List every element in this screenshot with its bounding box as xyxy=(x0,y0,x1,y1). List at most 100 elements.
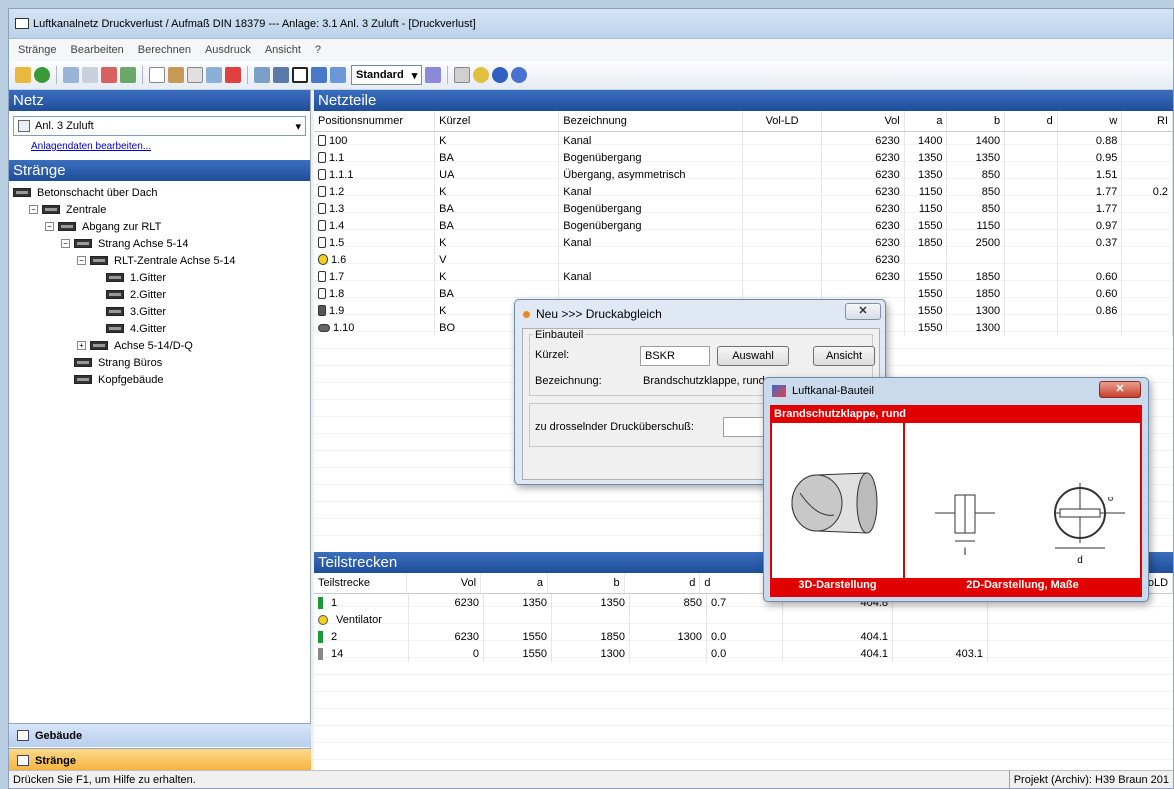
tree-node[interactable]: + Achse 5-14/D-Q xyxy=(13,337,306,354)
page-icon[interactable] xyxy=(187,67,203,83)
tree-node[interactable]: 2.Gitter xyxy=(13,286,306,303)
delete-icon[interactable] xyxy=(225,67,241,83)
tree-node[interactable]: − Abgang zur RLT xyxy=(13,218,306,235)
table-row[interactable]: 1.2 K Kanal 6230 1150 850 1.77 0.2 xyxy=(314,183,1173,200)
table-row[interactable]: 1.7 K Kanal 6230 1550 1850 0.60 xyxy=(314,268,1173,285)
tree-node[interactable]: − RLT-Zentrale Achse 5-14 xyxy=(13,252,306,269)
table-cell xyxy=(1122,149,1173,166)
insert-icon[interactable] xyxy=(206,67,222,83)
nav-gebaeude[interactable]: Gebäude xyxy=(9,723,311,747)
part-icon xyxy=(318,271,326,282)
kuerzel-input[interactable]: BSKR xyxy=(640,346,710,366)
column-header[interactable]: Vol xyxy=(407,573,482,593)
tree-node[interactable]: Betonschacht über Dach xyxy=(13,184,306,201)
expand-toggle[interactable]: − xyxy=(29,205,38,214)
duct-icon xyxy=(90,341,108,350)
column-header[interactable]: Positionsnummer xyxy=(314,111,436,131)
binoculars-icon[interactable] xyxy=(273,67,289,83)
column-header[interactable]: w xyxy=(1058,111,1123,131)
close-icon[interactable]: ✕ xyxy=(845,303,881,320)
column-header[interactable]: Vol xyxy=(822,111,905,131)
paste-icon[interactable] xyxy=(168,67,184,83)
tree-node-label: Kopfgebäude xyxy=(98,373,164,386)
table-row[interactable]: 1.1 BA Bogenübergang 6230 1350 1350 0.95 xyxy=(314,149,1173,166)
ansicht-button[interactable]: Ansicht xyxy=(813,346,875,366)
column-header[interactable]: Bezeichnung xyxy=(559,111,743,131)
position-number: 1.7 xyxy=(329,270,345,283)
table-icon[interactable] xyxy=(254,67,270,83)
edit-icon[interactable] xyxy=(63,67,79,83)
tree-node[interactable]: − Zentrale xyxy=(13,201,306,218)
table-cell: 1350 xyxy=(905,166,948,183)
tree-node[interactable]: 3.Gitter xyxy=(13,303,306,320)
menu-ansicht[interactable]: Ansicht xyxy=(258,44,308,56)
table-cell xyxy=(1058,319,1123,336)
column-header[interactable]: Vol-LD xyxy=(743,111,823,131)
menu-help[interactable]: ? xyxy=(308,44,328,56)
auswahl-button[interactable]: Auswahl xyxy=(717,346,789,366)
filter-icon[interactable] xyxy=(101,67,117,83)
tree-node[interactable]: 1.Gitter xyxy=(13,269,306,286)
table-row[interactable]: 2 6230 1550 1850 1300 0.0 404.1 xyxy=(314,628,1173,645)
menu-berechnen[interactable]: Berechnen xyxy=(131,44,198,56)
table-cell: 0.86 xyxy=(1058,302,1123,319)
table-cell: 1400 xyxy=(947,132,1006,149)
position-number: 100 xyxy=(329,134,348,147)
list-icon[interactable] xyxy=(330,67,346,83)
expand-toggle[interactable]: − xyxy=(77,256,86,265)
help-icon[interactable] xyxy=(511,67,528,83)
bauteil-title: Luftkanal-Bauteil xyxy=(792,385,874,397)
table-cell: 404.1 xyxy=(783,645,893,662)
tree-node-label: Achse 5-14/D-Q xyxy=(114,339,193,352)
table-row[interactable]: 1.1.1 UA Übergang, asymmetrisch 6230 1350 850… xyxy=(314,166,1173,183)
refresh-icon[interactable] xyxy=(120,67,136,83)
table-row[interactable]: 14 0 1550 1300 0.0 404.1 403.1 xyxy=(314,645,1173,662)
segment-icon xyxy=(318,596,323,609)
table-row[interactable]: 1.4 BA Bogenübergang 6230 1550 1150 0.97 xyxy=(314,217,1173,234)
expand-toggle[interactable]: − xyxy=(61,239,70,248)
tree-node-label: Strang Achse 5-14 xyxy=(98,237,189,250)
print-icon[interactable] xyxy=(454,67,471,83)
expand-toggle[interactable]: + xyxy=(77,341,86,350)
column-header[interactable]: a xyxy=(905,111,948,131)
tree-node[interactable]: 4.Gitter xyxy=(13,320,306,337)
column-header[interactable]: a xyxy=(481,573,548,593)
dim-l-label: l xyxy=(964,547,966,558)
tree-node[interactable]: −Kopfgebäude xyxy=(13,371,306,388)
table-row[interactable]: 1.3 BA Bogenübergang 6230 1150 850 1.77 xyxy=(314,200,1173,217)
nav-straenge[interactable]: Stränge xyxy=(9,748,311,772)
column-header[interactable]: Kürzel xyxy=(435,111,560,131)
table-row[interactable]: 100 K Kanal 6230 1400 1400 0.88 xyxy=(314,132,1173,149)
menu-straenge[interactable]: Stränge xyxy=(11,44,64,56)
netz-select[interactable]: Anl. 3 Zuluft ▾ xyxy=(13,116,306,136)
anlagendaten-link[interactable]: Anlagendaten bearbeiten... xyxy=(31,141,310,152)
column-header[interactable]: d xyxy=(1005,111,1058,131)
frame-icon[interactable] xyxy=(292,67,308,83)
column-header[interactable]: RI xyxy=(1122,111,1173,131)
column-header[interactable]: b xyxy=(947,111,1006,131)
open-folder-icon[interactable] xyxy=(15,67,31,83)
new-doc-icon[interactable] xyxy=(149,67,165,83)
copy-icon[interactable] xyxy=(82,67,98,83)
column-header[interactable]: d xyxy=(625,573,701,593)
tree-node[interactable]: − Strang Achse 5-14 xyxy=(13,235,306,252)
expand-toggle[interactable]: − xyxy=(45,222,54,231)
part-icon xyxy=(318,203,326,214)
table-cell: 0.88 xyxy=(1058,132,1123,149)
menu-bearbeiten[interactable]: Bearbeiten xyxy=(64,44,131,56)
max-icon[interactable] xyxy=(311,67,327,83)
table-row[interactable]: Ventilator xyxy=(314,611,1173,628)
column-header[interactable]: Teilstrecke xyxy=(314,573,408,593)
table-cell: 0.97 xyxy=(1058,217,1123,234)
view-select[interactable]: Standard ▾ xyxy=(351,65,423,85)
go-icon[interactable] xyxy=(34,67,50,83)
table-row[interactable]: 1.6 V 6230 xyxy=(314,251,1173,268)
globe-icon[interactable] xyxy=(492,67,509,83)
tree-node[interactable]: −Strang Büros xyxy=(13,354,306,371)
column-header[interactable]: b xyxy=(548,573,625,593)
tool-dropdown-icon[interactable] xyxy=(425,67,442,83)
close-icon[interactable]: ✕ xyxy=(1099,381,1141,398)
table-row[interactable]: 1.5 K Kanal 6230 1850 2500 0.37 xyxy=(314,234,1173,251)
preview-icon[interactable] xyxy=(473,67,490,83)
menu-ausdruck[interactable]: Ausdruck xyxy=(198,44,258,56)
